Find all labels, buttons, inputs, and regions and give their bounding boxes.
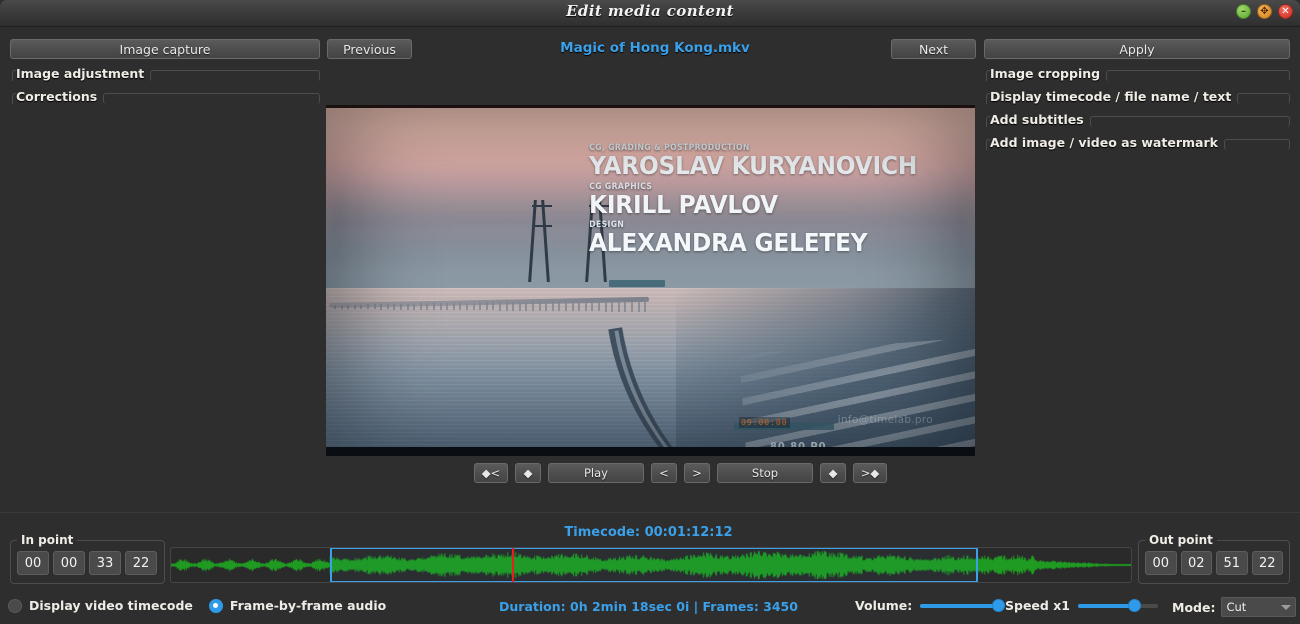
- timecode-label: Timecode: 00:01:12:12: [430, 525, 867, 540]
- previous-button[interactable]: Previous: [327, 39, 412, 59]
- group-image-adjustment[interactable]: Image adjustment: [12, 62, 320, 84]
- group-label: Image cropping: [990, 66, 1106, 81]
- speed-label: Speed x1: [1005, 598, 1070, 613]
- radio-frame-by-frame-audio[interactable]: Frame-by-frame audio: [209, 598, 386, 613]
- credit-name: YAROSLAV KURYANOVICH: [589, 153, 917, 179]
- file-name-label: Magic of Hong Kong.mkv: [430, 40, 880, 56]
- in-point-frames[interactable]: 22: [125, 551, 157, 575]
- slider-knob[interactable]: [992, 599, 1005, 612]
- maximize-icon[interactable]: ✥: [1257, 4, 1272, 19]
- group-line: [103, 93, 320, 104]
- display-options: Display video timecode Frame-by-frame au…: [8, 598, 386, 613]
- mark-in-button[interactable]: ◆: [515, 463, 541, 483]
- image-capture-button[interactable]: Image capture: [10, 39, 320, 59]
- in-point-seconds[interactable]: 33: [89, 551, 121, 575]
- out-point-frames[interactable]: 22: [1252, 551, 1284, 575]
- next-button[interactable]: Next: [891, 39, 976, 59]
- radio-label: Display video timecode: [29, 598, 193, 613]
- pylon-crossbrace: [532, 205, 552, 227]
- window-title: Edit media content: [0, 2, 1300, 20]
- group-image-cropping[interactable]: Image cropping: [986, 62, 1290, 84]
- out-point-title: Out point: [1145, 533, 1217, 547]
- speed-slider[interactable]: [1078, 599, 1158, 613]
- out-point-seconds[interactable]: 51: [1216, 551, 1248, 575]
- radio-label: Frame-by-frame audio: [230, 598, 386, 613]
- in-point-group: In point 00 00 33 22: [10, 540, 165, 584]
- group-label: Display timecode / file name / text: [990, 89, 1237, 104]
- apply-button[interactable]: Apply: [984, 39, 1290, 59]
- slider-fill: [1078, 604, 1135, 608]
- group-corrections[interactable]: Corrections: [12, 85, 320, 107]
- mode-dropdown[interactable]: Cut: [1221, 597, 1296, 617]
- group-label: Image adjustment: [16, 66, 150, 81]
- step-forward-button[interactable]: >: [684, 463, 710, 483]
- close-icon[interactable]: ✕: [1278, 4, 1293, 19]
- group-display-timecode[interactable]: Display timecode / file name / text: [986, 85, 1290, 107]
- bridge-piers: [334, 305, 654, 321]
- mode-selected-value: Cut: [1226, 600, 1246, 614]
- mode-control: Mode: Cut: [1172, 597, 1300, 617]
- out-point-fields: 00 02 51 22: [1139, 541, 1289, 581]
- volume-control: Volume:: [855, 598, 1005, 613]
- mark-out-next-button[interactable]: >◆: [853, 463, 887, 483]
- mark-in-prev-button[interactable]: ◆<: [474, 463, 508, 483]
- window-controls: – ✥ ✕: [1236, 4, 1293, 19]
- group-add-watermark[interactable]: Add image / video as watermark: [986, 131, 1290, 153]
- radio-dot: [209, 599, 223, 613]
- volume-slider[interactable]: [920, 599, 1005, 613]
- radio-dot: [8, 599, 22, 613]
- slider-knob[interactable]: [1128, 599, 1141, 612]
- group-line: [150, 70, 320, 81]
- in-point-minutes[interactable]: 00: [53, 551, 85, 575]
- transport-controls: ◆< ◆ Play < > Stop ◆ >◆: [474, 463, 887, 483]
- credits-overlay: CG, GRADING & POSTPRODUCTION YAROSLAV KU…: [589, 143, 942, 259]
- playhead-marker[interactable]: [512, 548, 514, 583]
- step-back-button[interactable]: <: [651, 463, 677, 483]
- section-divider: [0, 512, 1300, 513]
- play-button[interactable]: Play: [548, 463, 644, 483]
- radio-display-video-timecode[interactable]: Display video timecode: [8, 598, 193, 613]
- group-label: Add image / video as watermark: [990, 135, 1224, 150]
- credit-name: KIRILL PAVLOV: [589, 192, 917, 218]
- road-timecode-overlay: 09:00:00: [739, 417, 790, 428]
- group-line: [1224, 139, 1290, 150]
- in-point-fields: 00 00 33 22: [11, 541, 164, 581]
- preview-bottom-letterbox: [326, 447, 975, 456]
- volume-label: Volume:: [855, 598, 912, 613]
- in-point-title: In point: [17, 533, 77, 547]
- watermark-text: info@timelab.pro: [838, 414, 933, 426]
- chevron-down-icon: [1281, 605, 1291, 610]
- waveform-canvas[interactable]: [171, 548, 1131, 582]
- edit-media-content-window: Edit media content – ✥ ✕ Image capture P…: [0, 0, 1300, 624]
- group-line: [1237, 93, 1290, 104]
- credit-name: ALEXANDRA GELETEY: [589, 230, 917, 256]
- group-line: [1090, 116, 1290, 127]
- mode-label: Mode:: [1172, 600, 1215, 615]
- preview-top-letterbox: [326, 105, 975, 108]
- group-label: Add subtitles: [990, 112, 1090, 127]
- stop-button[interactable]: Stop: [717, 463, 813, 483]
- out-point-hours[interactable]: 00: [1145, 551, 1177, 575]
- title-bar: Edit media content – ✥ ✕: [0, 0, 1300, 27]
- road-gantry: [609, 280, 665, 287]
- group-add-subtitles[interactable]: Add subtitles: [986, 108, 1290, 130]
- duration-label: Duration: 0h 2min 18sec 0i | Frames: 345…: [430, 599, 867, 614]
- speed-control: Speed x1: [1005, 598, 1158, 613]
- group-label: Corrections: [16, 89, 103, 104]
- mark-out-button[interactable]: ◆: [820, 463, 846, 483]
- out-point-minutes[interactable]: 02: [1181, 551, 1213, 575]
- minimize-icon[interactable]: –: [1236, 4, 1251, 19]
- audio-waveform-timeline[interactable]: [170, 547, 1132, 583]
- out-point-group: Out point 00 02 51 22: [1138, 540, 1290, 584]
- road-lane-markings: [739, 337, 975, 456]
- in-point-hours[interactable]: 00: [17, 551, 49, 575]
- video-preview[interactable]: 09:00:00 80 80 P0 CG, GRADING & POSTPROD…: [326, 105, 975, 456]
- group-line: [1106, 70, 1290, 81]
